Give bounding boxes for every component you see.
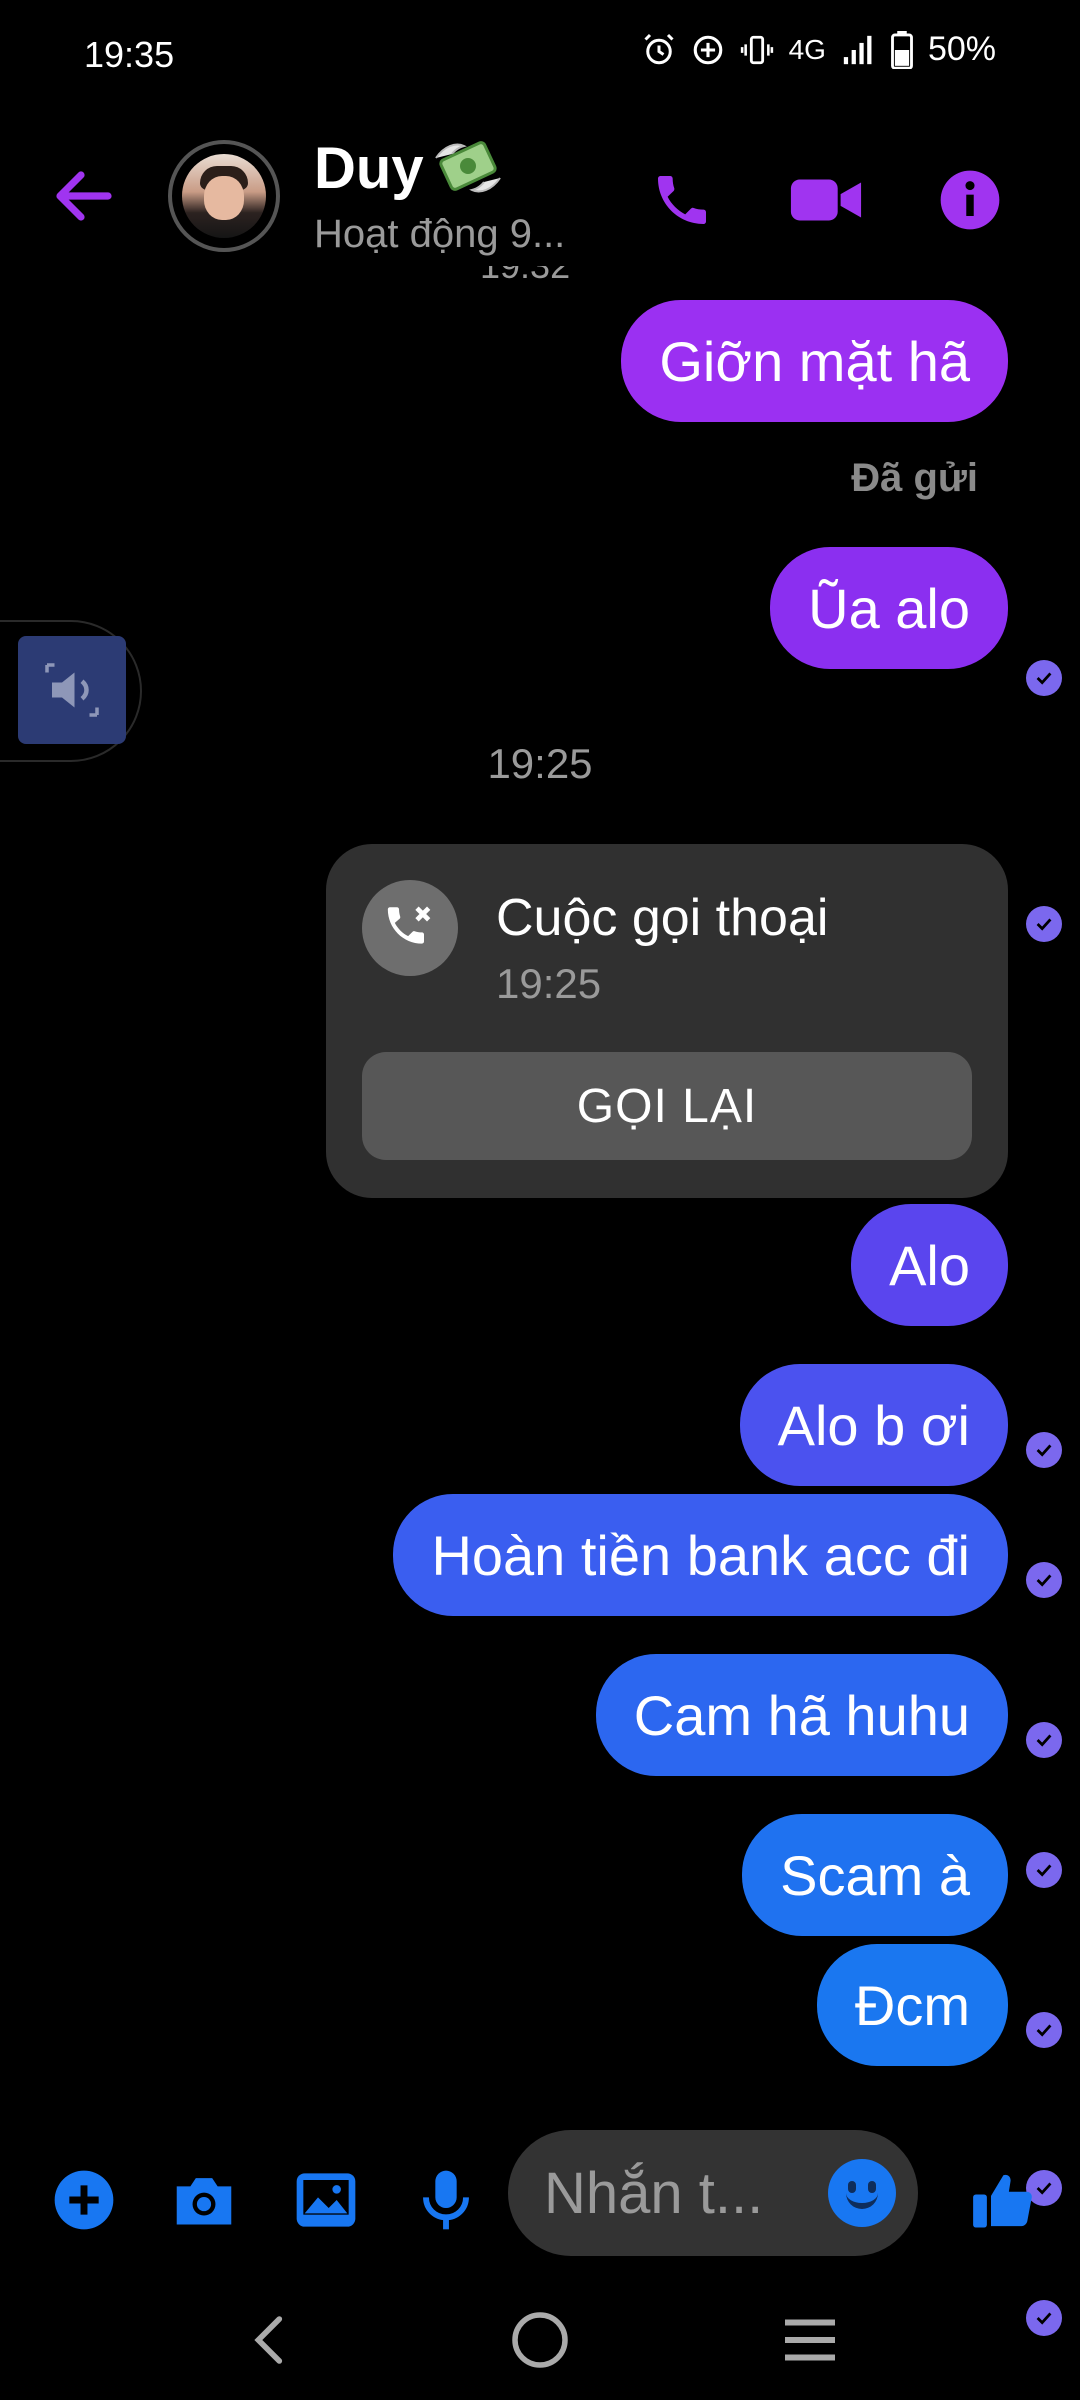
call-time: 19:25 bbox=[496, 960, 602, 1007]
video-camera-icon bbox=[790, 179, 862, 221]
voice-message-button[interactable] bbox=[406, 2160, 486, 2240]
message-bubble[interactable]: Ũa alo bbox=[770, 547, 1008, 669]
battery-level: 50% bbox=[927, 30, 996, 68]
like-button[interactable] bbox=[962, 2160, 1042, 2240]
delivered-icon bbox=[1026, 1562, 1062, 1598]
image-icon bbox=[296, 2173, 356, 2227]
speaker-icon bbox=[45, 663, 99, 717]
contact-activity-status: Hoạt động 9... bbox=[314, 212, 566, 256]
message-text: Ũa alo bbox=[808, 576, 970, 640]
more-actions-button[interactable] bbox=[44, 2160, 124, 2240]
call-back-button[interactable]: GỌI LẠI bbox=[362, 1052, 972, 1160]
phone-icon bbox=[658, 176, 706, 224]
nav-home-icon bbox=[512, 2312, 568, 2368]
back-arrow-icon bbox=[56, 171, 112, 221]
message-bubble[interactable]: Đcm bbox=[816, 1944, 1008, 2066]
data-saver-icon bbox=[693, 35, 722, 64]
message-text: Alo bbox=[889, 1233, 970, 1297]
battery-icon bbox=[891, 30, 913, 69]
network-type: 4G bbox=[788, 33, 826, 65]
voice-call-button[interactable] bbox=[642, 160, 722, 240]
thumbs-up-icon bbox=[973, 2174, 1032, 2228]
message-composer bbox=[0, 2120, 1080, 2270]
message-input-field[interactable] bbox=[508, 2130, 918, 2256]
alarm-icon bbox=[644, 33, 674, 64]
camera-icon bbox=[176, 2178, 232, 2225]
signal-icon bbox=[843, 35, 872, 64]
back-button[interactable] bbox=[48, 160, 120, 232]
status-icons: 4G 50% bbox=[641, 30, 996, 69]
status-bar: 19:35 4G 50% bbox=[0, 0, 1080, 110]
message-text: Đcm bbox=[854, 1973, 970, 2037]
delivered-icon bbox=[1026, 660, 1062, 696]
sent-status-label: Đã gửi bbox=[851, 456, 978, 500]
message-bubble[interactable]: Giỡn mặt hã bbox=[621, 300, 1008, 422]
system-navigation-bar bbox=[0, 2280, 1080, 2400]
nav-recents-button[interactable] bbox=[770, 2300, 850, 2380]
message-bubble[interactable]: Hoàn tiền bank acc đi bbox=[393, 1494, 1008, 1616]
microphone-icon bbox=[423, 2170, 469, 2230]
missed-call-card: Cuộc gọi thoại 19:25 GỌI LẠI bbox=[326, 844, 1008, 1198]
nav-home-button[interactable] bbox=[500, 2300, 580, 2380]
info-icon bbox=[940, 170, 1000, 230]
message-bubble[interactable]: Cam hã huhu bbox=[595, 1654, 1008, 1776]
message-text: Scam à bbox=[780, 1843, 970, 1907]
delivered-icon bbox=[1026, 1432, 1062, 1468]
message-list[interactable]: 19:32 Giỡn mặt hã Đã gửi Ũa alo 19:25 Cu… bbox=[0, 266, 1080, 2336]
money-with-wings-icon bbox=[434, 141, 501, 193]
floating-speaker-button[interactable] bbox=[18, 636, 126, 744]
contact-avatar[interactable] bbox=[168, 140, 280, 252]
nav-back-icon bbox=[254, 2316, 283, 2364]
vibrate-icon bbox=[740, 35, 773, 64]
message-bubble[interactable]: Scam à bbox=[742, 1814, 1008, 1936]
delivered-icon bbox=[1026, 1852, 1062, 1888]
nav-menu-icon bbox=[785, 2319, 835, 2361]
conversation-header: Duy Hoạt động 9... bbox=[0, 130, 1080, 260]
message-bubble[interactable]: Alo bbox=[851, 1204, 1008, 1326]
chat-timestamp: 19:25 bbox=[487, 740, 593, 787]
message-text: Hoàn tiền bank acc đi bbox=[431, 1523, 970, 1587]
contact-name[interactable]: Duy bbox=[314, 130, 508, 206]
video-call-button[interactable] bbox=[786, 160, 866, 240]
message-text: Alo b ơi bbox=[777, 1393, 970, 1457]
message-text: Giỡn mặt hã bbox=[659, 329, 970, 393]
nav-back-button[interactable] bbox=[230, 2300, 310, 2380]
camera-button[interactable] bbox=[164, 2160, 244, 2240]
missed-call-icon bbox=[362, 880, 458, 976]
avatar-image bbox=[182, 154, 266, 238]
emoji-button[interactable] bbox=[828, 2159, 896, 2227]
message-text: Cam hã huhu bbox=[633, 1683, 970, 1747]
delivered-icon bbox=[1026, 2012, 1062, 2048]
message-input[interactable] bbox=[544, 2130, 814, 2256]
message-bubble[interactable]: Alo b ơi bbox=[739, 1364, 1008, 1486]
contact-name-text: Duy bbox=[314, 135, 424, 201]
call-title: Cuộc gọi thoại bbox=[496, 889, 829, 947]
delivered-icon bbox=[1026, 1722, 1062, 1758]
delivered-icon bbox=[1026, 906, 1062, 942]
status-time: 19:35 bbox=[84, 34, 175, 75]
gallery-button[interactable] bbox=[286, 2160, 366, 2240]
plus-icon bbox=[54, 2170, 114, 2230]
cut-off-timestamp: 19:32 bbox=[480, 266, 600, 286]
conversation-info-button[interactable] bbox=[930, 160, 1010, 240]
